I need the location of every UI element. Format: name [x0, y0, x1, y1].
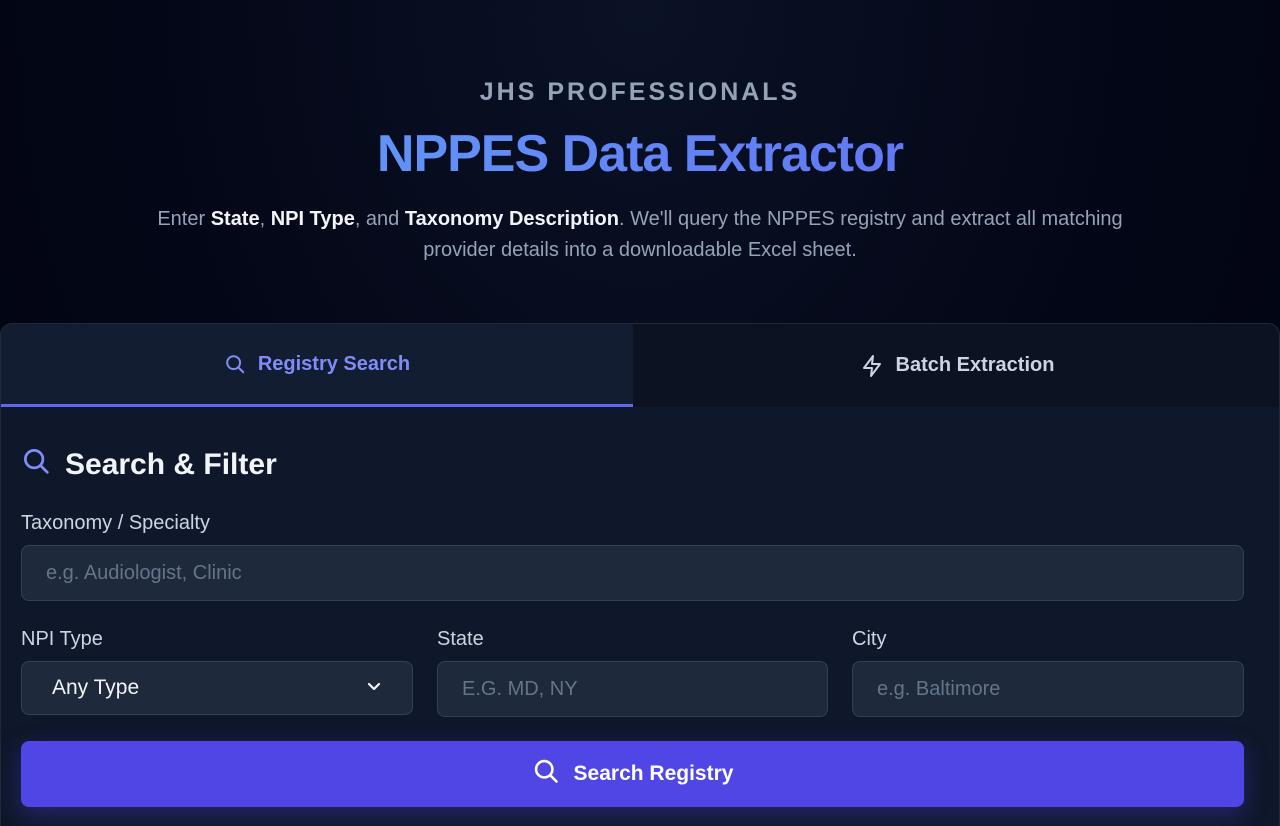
description-text: Enter [157, 208, 211, 230]
brand-eyebrow: JHS PROFESSIONALS [479, 78, 801, 106]
city-label: City [852, 628, 887, 650]
npi-type-select[interactable]: Any Type [21, 661, 413, 715]
tab-bar: Registry Search Batch Extraction [1, 324, 1279, 407]
lightning-icon [860, 354, 884, 378]
page-title: NPPES Data Extractor [0, 124, 1280, 184]
section-heading: Search & Filter [21, 447, 277, 483]
chevron-down-icon [366, 676, 382, 700]
description-text: , and [354, 208, 405, 230]
search-icon [532, 757, 560, 791]
description-text: , [259, 208, 271, 230]
description-emphasis-state: State [210, 208, 260, 230]
page: JHS PROFESSIONALS NPPES Data Extractor E… [0, 0, 1280, 826]
tab-label: Registry Search [257, 352, 411, 375]
search-icon [224, 353, 246, 375]
description-emphasis-npi-type: NPI Type [270, 208, 355, 230]
tab-batch-extraction[interactable]: Batch Extraction [633, 324, 1279, 407]
search-button-label: Search Registry [573, 762, 734, 785]
npi-type-label: NPI Type [21, 628, 103, 650]
search-card: Registry Search Batch Extraction Search … [0, 323, 1280, 826]
city-input[interactable] [852, 661, 1244, 717]
taxonomy-input[interactable] [21, 545, 1244, 601]
npi-type-selected-value: Any Type [52, 676, 140, 699]
state-label: State [437, 628, 484, 650]
taxonomy-label: Taxonomy / Specialty [21, 512, 210, 534]
page-description: Enter State, NPI Type, and Taxonomy Desc… [140, 204, 1140, 266]
search-registry-button[interactable]: Search Registry [21, 741, 1244, 807]
section-title: Search & Filter [65, 448, 277, 481]
description-emphasis-taxonomy: Taxonomy Description [404, 208, 619, 230]
tab-label: Batch Extraction [895, 354, 1055, 376]
search-icon [21, 446, 51, 484]
tab-registry-search[interactable]: Registry Search [1, 324, 633, 407]
state-input[interactable] [437, 661, 828, 717]
